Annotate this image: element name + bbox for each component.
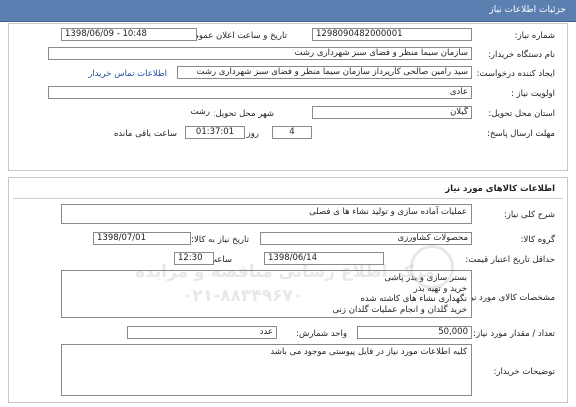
province-field: گیلان xyxy=(312,106,472,119)
priority-label: اولویت نیاز : xyxy=(510,89,555,99)
announce-date-label: تاریخ و ساعت اعلان عمومی: xyxy=(184,31,287,41)
unit-field: عدد xyxy=(127,326,277,339)
need-number-label: شماره نیاز: xyxy=(514,31,555,41)
spec-line: بستر سازی و بذر پاشی xyxy=(384,273,467,283)
quantity-label: تعداد / مقدار مورد نیاز: xyxy=(473,329,555,339)
page-title: جزئیات اطلاعات نیاز xyxy=(489,5,566,15)
spec-line: خرید گلدان و انجام عملیات گلدان زنی xyxy=(332,304,467,315)
goods-section-divider xyxy=(13,198,563,199)
specs-field: بستر سازی و بذر پاشی خرید و تهیه بذر نگه… xyxy=(61,270,472,318)
summary-label: شرح کلی نیاز: xyxy=(503,210,555,220)
city-label: شهر محل تحویل: xyxy=(212,109,274,119)
buyer-notes-label: توضیحات خریدار: xyxy=(493,367,555,377)
need-number-field: 1298090482000001 xyxy=(312,28,472,41)
need-date-field: 1398/07/01 xyxy=(93,232,191,245)
goods-group-label: گروه کالا: xyxy=(520,235,555,245)
price-validity-field: 1398/06/14 xyxy=(264,252,384,265)
page-header: جزئیات اطلاعات نیاز xyxy=(0,0,576,22)
deadline-label: مهلت ارسال پاسخ: xyxy=(487,129,555,139)
specs-label: مشخصات کالای مورد نیاز: xyxy=(461,293,555,303)
buyer-contact-link[interactable]: اطلاعات تماس خریدار xyxy=(88,69,167,79)
need-date-label: تاریخ نیاز به کالا: xyxy=(191,235,249,245)
announce-date-field: 1398/06/09 - 10:48 xyxy=(61,28,197,41)
requester-field: سید رامین صالحی کارپرداز سازمان سیما منظ… xyxy=(177,66,472,79)
goods-group-field: محصولات کشاورزی xyxy=(260,232,472,245)
goods-section-title: اطلاعات کالاهای مورد نیاز xyxy=(445,184,555,194)
time-left-field: 01:37:01 xyxy=(185,126,245,139)
need-info-panel: شماره نیاز: 1298090482000001 تاریخ و ساع… xyxy=(8,23,568,171)
spec-line: نگهداری نشاء های کاشته شده xyxy=(360,294,467,304)
quantity-field: 50,000 xyxy=(357,326,472,339)
summary-field: عملیات آماده سازی و تولید نشاء ها ی فصلی xyxy=(61,204,472,224)
buyer-org-field: سازمان سیما منظر و فضای سبز شهرداری رشت xyxy=(48,47,472,60)
city-field: رشت xyxy=(134,106,214,119)
spec-line: خرید و تهیه بذر xyxy=(413,283,467,294)
province-label: استان محل تحویل: xyxy=(488,109,555,119)
unit-label: واحد شمارش: xyxy=(296,329,347,339)
price-validity-label: حداقل تاریخ اعتبار قیمت: xyxy=(465,255,555,265)
time-left-label: ساعت باقی مانده xyxy=(113,129,177,139)
validity-hour-field: 12:30 xyxy=(174,252,214,265)
buyer-org-label: نام دستگاه خریدار: xyxy=(488,50,555,60)
priority-field: عادی xyxy=(48,86,472,99)
goods-info-panel: اطلاعات کالاهای مورد نیاز شرح کلی نیاز: … xyxy=(8,177,568,403)
deadline-days-field: 4 xyxy=(272,126,312,139)
requester-label: ایجاد کننده درخواست: xyxy=(476,69,555,79)
buyer-notes-field: کلیه اطلاعات مورد نیاز در فایل پیوستی مو… xyxy=(61,344,472,396)
